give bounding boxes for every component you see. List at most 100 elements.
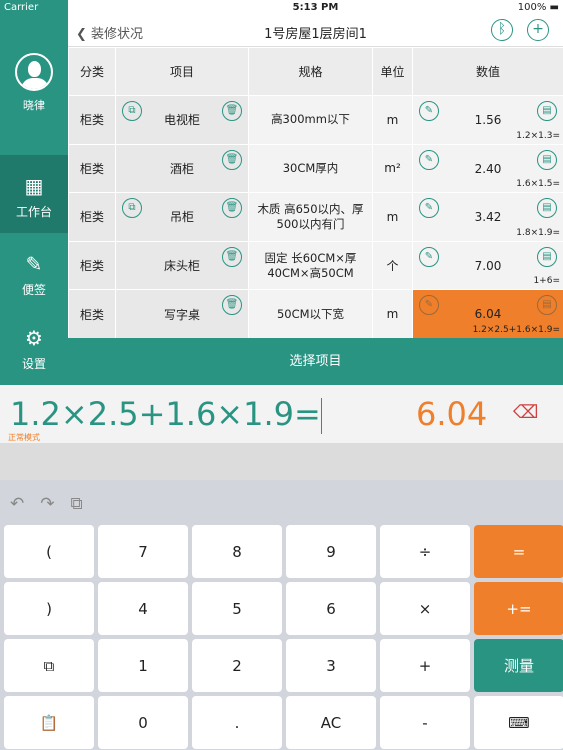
key[interactable]: (: [4, 525, 94, 578]
sidebar: Carrier 晓律 ▦ 工作台 ✎ 便签 ⚙ 设置: [0, 0, 68, 385]
item-name: 写字桌: [163, 307, 200, 322]
expression: 1.6×1.5=: [516, 179, 560, 190]
avatar[interactable]: [15, 53, 53, 91]
battery: 100% ▬: [517, 2, 559, 13]
table-row[interactable]: 柜类 酒柜 🗑 30CM厚内 m² ✎ 2.40 ▤ 1.6×1.5=: [68, 143, 563, 194]
item-name: 床头柜: [163, 259, 200, 274]
copy-icon[interactable]: ⧉: [122, 198, 142, 219]
comment-icon[interactable]: ▤: [537, 246, 557, 267]
calculator-display[interactable]: 1.2×2.5+1.6×1.9= 正常模式 6.04 ⌫: [0, 385, 563, 443]
table-row[interactable]: 柜类 写字桌 🗑 50CM以下宽 m ✎ 6.04 ▤ 1.2×2.5+1.6×1.9=: [68, 289, 563, 339]
value-cell[interactable]: ✎ 3.42 ▤ 1.8×1.9=: [412, 192, 563, 242]
item-cell[interactable]: 写字桌 🗑: [115, 289, 249, 339]
key[interactable]: 6: [286, 582, 376, 635]
item-cell[interactable]: 酒柜 🗑: [115, 143, 249, 194]
value-cell[interactable]: ✎ 7.00 ▤ 1+6=: [412, 240, 563, 291]
sidebar-item-label: 工作台: [15, 205, 52, 219]
category-cell: 柜类: [68, 95, 116, 145]
undo-icon[interactable]: ↶: [10, 494, 24, 514]
table-row[interactable]: 柜类 ⧉ 吊柜 🗑 木质 高650以内、厚500以内有门 m ✎ 3.42 ▤ 1.8×1…: [68, 192, 563, 242]
key[interactable]: 7: [98, 525, 188, 578]
item-cell[interactable]: ⧉ 电视柜 🗑: [115, 95, 249, 145]
trash-icon[interactable]: 🗑: [222, 149, 242, 170]
comment-icon[interactable]: ▤: [537, 101, 557, 121]
copy-icon[interactable]: ⧉: [122, 101, 142, 121]
items-table: 分类 项目 规格 单位 数值 柜类 ⧉ 电视柜 🗑 高300mm以下 m ✎ 1.56…: [68, 47, 563, 339]
key[interactable]: +: [380, 639, 470, 692]
sidebar-item-settings[interactable]: ⚙ 设置: [0, 311, 68, 385]
equals-key[interactable]: =: [474, 525, 563, 578]
trash-icon[interactable]: 🗑: [222, 246, 242, 267]
item-cell[interactable]: 床头柜 🗑: [115, 240, 249, 291]
time: 5:13 PM: [292, 2, 339, 13]
item-name: 电视柜: [163, 113, 200, 128]
category-cell: 柜类: [68, 240, 116, 291]
sidebar-item-notes[interactable]: ✎ 便签: [0, 233, 68, 311]
sidebar-item-label: 便签: [21, 283, 46, 297]
trash-icon[interactable]: 🗑: [222, 198, 242, 219]
mode-label: 正常模式: [8, 433, 40, 442]
sidebar-item-workbench[interactable]: ▦ 工作台: [0, 155, 68, 233]
key[interactable]: ): [4, 582, 94, 635]
header-spec: 规格: [248, 47, 373, 96]
header-unit: 单位: [372, 47, 413, 96]
plus-equals-key[interactable]: +=: [474, 582, 563, 635]
value-cell[interactable]: ✎ 2.40 ▤ 1.6×1.5=: [412, 143, 563, 194]
item-cell[interactable]: ⧉ 吊柜 🗑: [115, 192, 249, 242]
paste-key[interactable]: 📋: [4, 696, 94, 749]
category-cell: 柜类: [68, 289, 116, 339]
expression: 1.8×1.9=: [516, 227, 560, 238]
key[interactable]: ×: [380, 582, 470, 635]
spec-cell: 高300mm以下: [248, 95, 373, 145]
spec-cell: 30CM厚内: [248, 143, 373, 194]
note-edit-icon: ✎: [25, 252, 43, 276]
key[interactable]: .: [192, 696, 282, 749]
comment-icon[interactable]: ▤: [537, 149, 557, 170]
key[interactable]: 5: [192, 582, 282, 635]
key[interactable]: 4: [98, 582, 188, 635]
result-value: 6.04: [416, 395, 488, 433]
value-cell[interactable]: ✎ 1.56 ▤ 1.2×1.3=: [412, 95, 563, 145]
item-name: 吊柜: [169, 210, 194, 225]
header-item: 项目: [115, 47, 249, 96]
key[interactable]: 1: [98, 639, 188, 692]
page-title: 1号房屋1层房间1: [264, 27, 367, 42]
copy-key[interactable]: ⧉: [4, 639, 94, 692]
key[interactable]: 9: [286, 525, 376, 578]
redo-icon[interactable]: ↷: [40, 494, 54, 514]
sidebar-item-label: 设置: [21, 357, 46, 371]
key[interactable]: 0: [98, 696, 188, 749]
key[interactable]: ÷: [380, 525, 470, 578]
expression: 1.2×2.5+1.6×1.9=: [472, 324, 560, 335]
bluetooth-icon[interactable]: ᛒ: [491, 19, 513, 41]
keyboard-hide-key[interactable]: ⌨: [474, 696, 563, 749]
measure-key[interactable]: 测量: [474, 639, 563, 692]
calendar-icon: ▦: [24, 174, 44, 198]
key[interactable]: 2: [192, 639, 282, 692]
spec-cell: 固定 长60CM×厚40CM×高50CM: [248, 240, 373, 291]
expression-input[interactable]: 1.2×2.5+1.6×1.9=: [10, 395, 323, 434]
carrier-label: Carrier: [4, 2, 39, 13]
table-row[interactable]: 柜类 床头柜 🗑 固定 长60CM×厚40CM×高50CM 个 ✎ 7.00 ▤ 1+6…: [68, 240, 563, 291]
trash-icon[interactable]: 🗑: [222, 101, 242, 121]
status-bar: 5:13 PM 100% ▬: [68, 0, 563, 16]
gear-icon: ⚙: [25, 326, 43, 350]
backspace-icon[interactable]: ⌫: [513, 402, 538, 423]
key[interactable]: 8: [192, 525, 282, 578]
unit-cell: m: [372, 95, 413, 145]
key[interactable]: 3: [286, 639, 376, 692]
top-nav: ❮ 装修状况 1号房屋1层房间1 ᛒ +: [68, 16, 563, 47]
header-category: 分类: [68, 47, 116, 96]
unit-cell: m²: [372, 143, 413, 194]
table-row[interactable]: 柜类 ⧉ 电视柜 🗑 高300mm以下 m ✎ 1.56 ▤ 1.2×1.3=: [68, 95, 563, 145]
add-icon[interactable]: +: [527, 19, 549, 41]
select-item-button[interactable]: 选择项目: [68, 338, 563, 385]
value-cell[interactable]: ✎ 6.04 ▤ 1.2×2.5+1.6×1.9=: [412, 289, 563, 339]
spec-cell: 50CM以下宽: [248, 289, 373, 339]
expression: 1+6=: [533, 276, 560, 287]
key[interactable]: -: [380, 696, 470, 749]
unit-cell: m: [372, 192, 413, 242]
trash-icon[interactable]: 🗑: [222, 295, 242, 316]
copy-icon[interactable]: ⧉: [71, 494, 83, 514]
clear-key[interactable]: AC: [286, 696, 376, 749]
